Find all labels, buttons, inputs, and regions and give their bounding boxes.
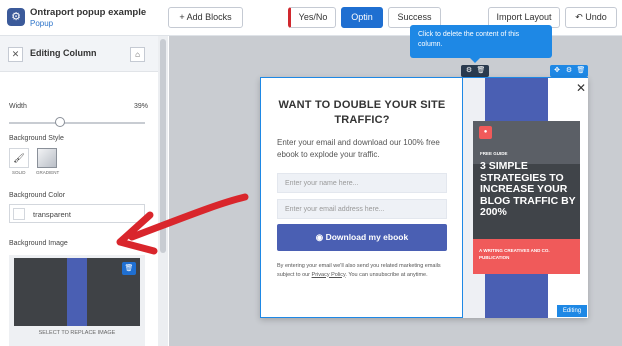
ebook-title: 3 SIMPLE STRATEGIES TO INCREASE YOUR BLO…	[480, 160, 576, 218]
panel-header: ✕ Editing Column ⌂	[0, 36, 158, 72]
trash-icon[interactable]: 🗑	[122, 262, 136, 275]
popup-preview[interactable]: WANT TO DOUBLE YOUR SITE TRAFFIC? Enter …	[260, 77, 588, 318]
download-button-label: Download my ebook	[325, 232, 409, 242]
trash-icon[interactable]: 🗑	[575, 66, 587, 76]
email-input[interactable]: Enter your email address here...	[277, 199, 447, 219]
ebook-cover-image: ● FREE GUIDE 3 SIMPLE STRATEGIES TO INCR…	[473, 121, 580, 274]
page-type-link[interactable]: Popup	[30, 19, 53, 28]
replace-image-caption[interactable]: SELECT TO REPLACE IMAGE	[9, 330, 145, 336]
download-ebook-button[interactable]: ◉ Download my ebook	[277, 224, 447, 251]
popup-toolbar: ✥ ⚙ 🗑	[550, 65, 588, 77]
background-image-preview[interactable]: 🗑 SELECT TO REPLACE IMAGE	[9, 255, 145, 346]
privacy-notice: By entering your email we'll also send y…	[277, 262, 453, 279]
tooltip-pointer	[470, 58, 480, 63]
popup-heading: WANT TO DOUBLE YOUR SITE TRAFFIC?	[278, 99, 446, 126]
gear-icon[interactable]: ⚙	[563, 66, 575, 76]
download-icon: ◉	[315, 232, 324, 242]
image-column[interactable]: ✕ ● FREE GUIDE 3 SIMPLE STRATEGIES TO IN…	[462, 78, 588, 318]
ebook-free-guide: FREE GUIDE	[480, 151, 508, 156]
paint-brush-icon: 🖌	[13, 153, 25, 163]
privacy-text-after: . You can unsubscribe at anytime.	[345, 271, 428, 278]
trash-icon[interactable]: 🗑	[475, 66, 487, 76]
home-icon[interactable]: ⌂	[130, 47, 145, 62]
solid-caption: SOLID	[12, 170, 26, 175]
delete-tooltip: Click to delete the content of this colu…	[410, 25, 552, 58]
close-icon[interactable]: ✕	[576, 81, 586, 95]
image-preview-left	[14, 258, 67, 326]
width-label: Width	[9, 103, 27, 110]
lightbulb-icon: ●	[479, 126, 492, 139]
image-preview-stripe	[67, 258, 87, 326]
tab-optin[interactable]: Optin	[341, 7, 383, 28]
tab-yes-no[interactable]: Yes/No	[288, 7, 336, 28]
popup-description: Enter your email and download our 100% f…	[277, 138, 440, 159]
background-style-label: Background Style	[9, 135, 64, 142]
gradient-style-option[interactable]	[37, 148, 57, 168]
annotation-arrow	[116, 193, 249, 255]
column-toolbar: ⚙ 🗑	[461, 65, 489, 77]
width-value: 39%	[134, 103, 149, 110]
add-blocks-button[interactable]: + Add Blocks	[168, 7, 243, 28]
gear-icon[interactable]: ⚙	[463, 66, 475, 76]
editing-badge: Editing	[557, 305, 587, 317]
name-input[interactable]: Enter your name here...	[277, 173, 447, 193]
page-title: Ontraport popup example	[30, 7, 147, 18]
undo-button[interactable]: ↶ Undo	[565, 7, 617, 28]
solid-style-option[interactable]: 🖌	[9, 148, 29, 168]
ebook-footer: A WRITING CREATIVES AND CO. PUBLICATION	[473, 239, 580, 274]
gear-icon[interactable]: ⚙	[7, 8, 25, 26]
width-slider-handle[interactable]	[55, 117, 65, 127]
privacy-policy-link[interactable]: Privacy Policy	[312, 272, 346, 278]
background-color-value: transparent	[33, 210, 71, 219]
ebook-publisher: A WRITING CREATIVES AND CO. PUBLICATION	[479, 248, 550, 260]
panel-title: Editing Column	[30, 48, 97, 58]
close-icon[interactable]: ✕	[8, 47, 23, 62]
width-slider-track[interactable]	[9, 122, 145, 124]
background-color-label: Background Color	[9, 192, 66, 199]
move-icon[interactable]: ✥	[551, 66, 563, 76]
color-swatch[interactable]	[13, 208, 25, 220]
gradient-caption: GRADIENT	[36, 170, 60, 175]
background-image-label: Background Image	[9, 240, 68, 247]
